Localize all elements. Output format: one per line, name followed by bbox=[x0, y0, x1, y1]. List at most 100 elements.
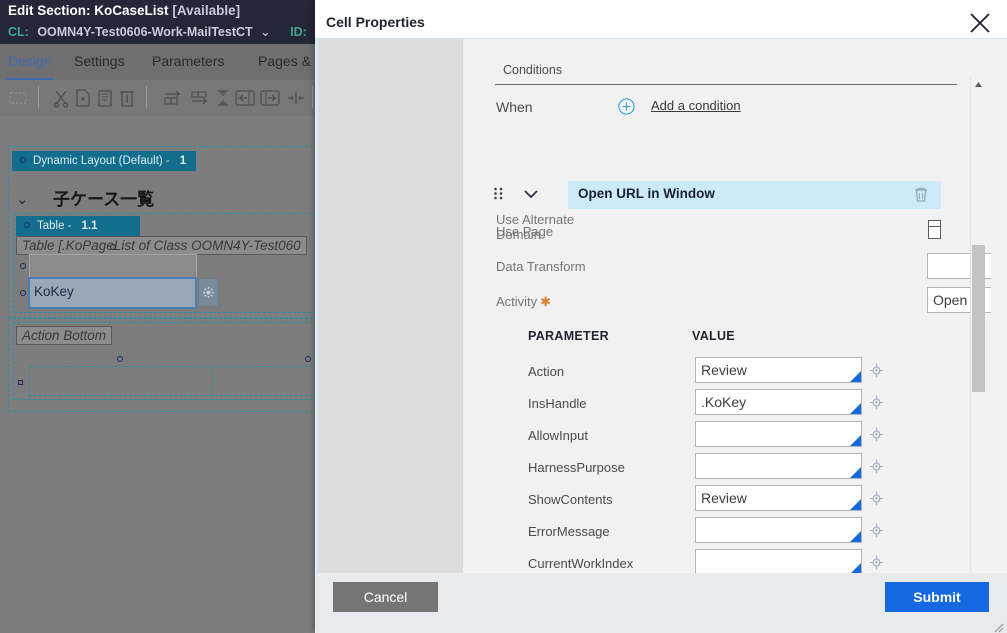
dialog-title: Cell Properties bbox=[326, 14, 425, 30]
target-icon[interactable] bbox=[869, 363, 884, 378]
column-header-value: VALUE bbox=[692, 329, 735, 343]
copy-page-icon[interactable] bbox=[74, 88, 92, 108]
dialog-footer: Cancel Submit bbox=[315, 573, 1007, 633]
parameter-value-input[interactable] bbox=[695, 453, 862, 479]
activity-value: Open bbox=[933, 292, 968, 308]
parameter-value-input[interactable]: Review bbox=[695, 485, 862, 511]
target-icon[interactable] bbox=[869, 427, 884, 442]
screen: Edit Section: KoCaseList [Available] CL:… bbox=[0, 0, 1007, 633]
parameter-value-input[interactable] bbox=[695, 549, 862, 574]
dialog-scrollbar[interactable] bbox=[970, 77, 985, 605]
parameter-value-input[interactable] bbox=[695, 517, 862, 543]
autocomplete-corner-icon bbox=[850, 467, 861, 478]
target-icon[interactable] bbox=[869, 459, 884, 474]
action-row-cells[interactable] bbox=[29, 366, 338, 396]
cancel-button[interactable]: Cancel bbox=[333, 582, 438, 612]
tab-parameters[interactable]: Parameters bbox=[152, 53, 224, 69]
paste-icon[interactable] bbox=[96, 88, 114, 108]
add-condition-link[interactable]: Add a condition bbox=[651, 98, 741, 113]
handle-dot-icon bbox=[24, 222, 30, 228]
scroll-thumb[interactable] bbox=[972, 245, 985, 392]
tab-settings[interactable]: Settings bbox=[74, 53, 125, 69]
close-icon[interactable] bbox=[967, 10, 993, 36]
dialog-left-rail bbox=[318, 39, 463, 574]
resize-handle[interactable] bbox=[110, 244, 116, 250]
cut-icon[interactable] bbox=[52, 88, 70, 108]
collapse-icon[interactable] bbox=[286, 88, 306, 108]
trash-icon[interactable] bbox=[913, 186, 929, 204]
action-header-row[interactable]: Open URL in Window bbox=[568, 181, 941, 209]
section-divider bbox=[495, 84, 957, 85]
distribute-vertical-icon[interactable] bbox=[216, 88, 230, 108]
parameter-name: Action bbox=[528, 364, 565, 379]
parameter-name: CurrentWorkIndex bbox=[528, 556, 634, 571]
table-badge[interactable]: Table -1.1 bbox=[16, 216, 140, 236]
page-title-section: KoCaseList bbox=[94, 3, 169, 18]
autocomplete-corner-icon bbox=[850, 403, 861, 414]
drag-handle-icon[interactable] bbox=[493, 187, 504, 200]
parameter-name: InsHandle bbox=[528, 396, 587, 411]
resize-handle[interactable] bbox=[117, 356, 123, 362]
class-breadcrumb: CL: OOMN4Y-Test0606-Work-MailTestCT ⌄ ID… bbox=[8, 24, 307, 39]
chevron-down-icon[interactable] bbox=[523, 187, 539, 201]
autocomplete-corner-icon bbox=[850, 499, 861, 510]
checkbox-use-page[interactable] bbox=[928, 226, 941, 239]
parameter-value-input[interactable]: .KoKey bbox=[695, 389, 862, 415]
parameter-value-input[interactable]: Review bbox=[695, 357, 862, 383]
parameter-value: Review bbox=[701, 362, 747, 378]
parameter-name: HarnessPurpose bbox=[528, 460, 625, 475]
chevron-down-icon[interactable]: ⌄ bbox=[16, 190, 29, 208]
insert-row-icon[interactable] bbox=[163, 88, 185, 108]
parameter-name: AllowInput bbox=[528, 428, 588, 443]
class-value: OOMN4Y-Test0606-Work-MailTestCT bbox=[37, 25, 253, 39]
target-icon[interactable] bbox=[869, 555, 884, 570]
gear-icon[interactable] bbox=[198, 278, 219, 307]
action-name: Open URL in Window bbox=[578, 186, 715, 201]
section-icon[interactable] bbox=[8, 88, 28, 108]
tab-pages[interactable]: Pages & bbox=[258, 53, 311, 69]
parameter-name: ShowContents bbox=[528, 492, 613, 507]
dialog-body: Conditions When Add a condition Open URL… bbox=[315, 38, 1007, 605]
submit-button[interactable]: Submit bbox=[885, 582, 989, 612]
tab-design[interactable]: Design bbox=[8, 53, 52, 69]
when-label: When bbox=[496, 99, 533, 115]
autocomplete-corner-icon bbox=[850, 531, 861, 542]
resize-handle[interactable] bbox=[20, 290, 26, 296]
plus-circle-icon[interactable] bbox=[618, 98, 635, 115]
parameter-value-input[interactable] bbox=[695, 421, 862, 447]
class-label: CL: bbox=[8, 25, 29, 39]
chevron-down-icon[interactable]: ⌄ bbox=[260, 25, 270, 39]
field-label-data-transform: Data Transform bbox=[496, 259, 586, 274]
indent-right-icon[interactable] bbox=[259, 88, 281, 108]
autocomplete-corner-icon bbox=[850, 371, 861, 382]
column-header-parameter: PARAMETER bbox=[528, 329, 609, 343]
selected-cell-label: KoKey bbox=[34, 284, 74, 299]
resize-handle[interactable] bbox=[20, 263, 26, 269]
autocomplete-corner-icon bbox=[850, 435, 861, 446]
id-label: ID: bbox=[290, 25, 307, 39]
target-icon[interactable] bbox=[869, 523, 884, 538]
target-icon[interactable] bbox=[869, 395, 884, 410]
dialog-form: Conditions When Add a condition Open URL… bbox=[463, 39, 991, 574]
table-reference-label: Table [.KoPageList of Class OOMN4Y-Test0… bbox=[16, 236, 307, 255]
cell-properties-dialog: Cell Properties Conditions When Add a co… bbox=[315, 0, 1007, 633]
resize-handle[interactable] bbox=[18, 380, 23, 385]
cell-divider bbox=[212, 366, 213, 396]
target-icon[interactable] bbox=[869, 491, 884, 506]
delete-icon[interactable] bbox=[118, 88, 136, 108]
required-marker: ✱ bbox=[540, 294, 552, 309]
field-label-activity: Activity ✱ bbox=[496, 294, 551, 310]
insert-column-icon[interactable] bbox=[190, 88, 212, 108]
conditions-section-label: Conditions bbox=[503, 63, 563, 77]
handle-dot-icon bbox=[20, 157, 26, 163]
parameter-name: ErrorMessage bbox=[528, 524, 610, 539]
resize-handle[interactable] bbox=[305, 356, 311, 362]
page-title-prefix: Edit Section: bbox=[8, 3, 91, 18]
indent-left-icon[interactable] bbox=[234, 88, 256, 108]
layout-title: 子ケース一覧 bbox=[53, 190, 155, 209]
parameter-value: .KoKey bbox=[701, 394, 747, 410]
layout-badge[interactable]: Dynamic Layout (Default) -1 bbox=[12, 151, 197, 171]
resize-grip-icon[interactable] bbox=[994, 620, 1004, 633]
field-label-use-page: Use Page bbox=[496, 224, 554, 239]
triangle-up-icon[interactable] bbox=[971, 77, 986, 92]
